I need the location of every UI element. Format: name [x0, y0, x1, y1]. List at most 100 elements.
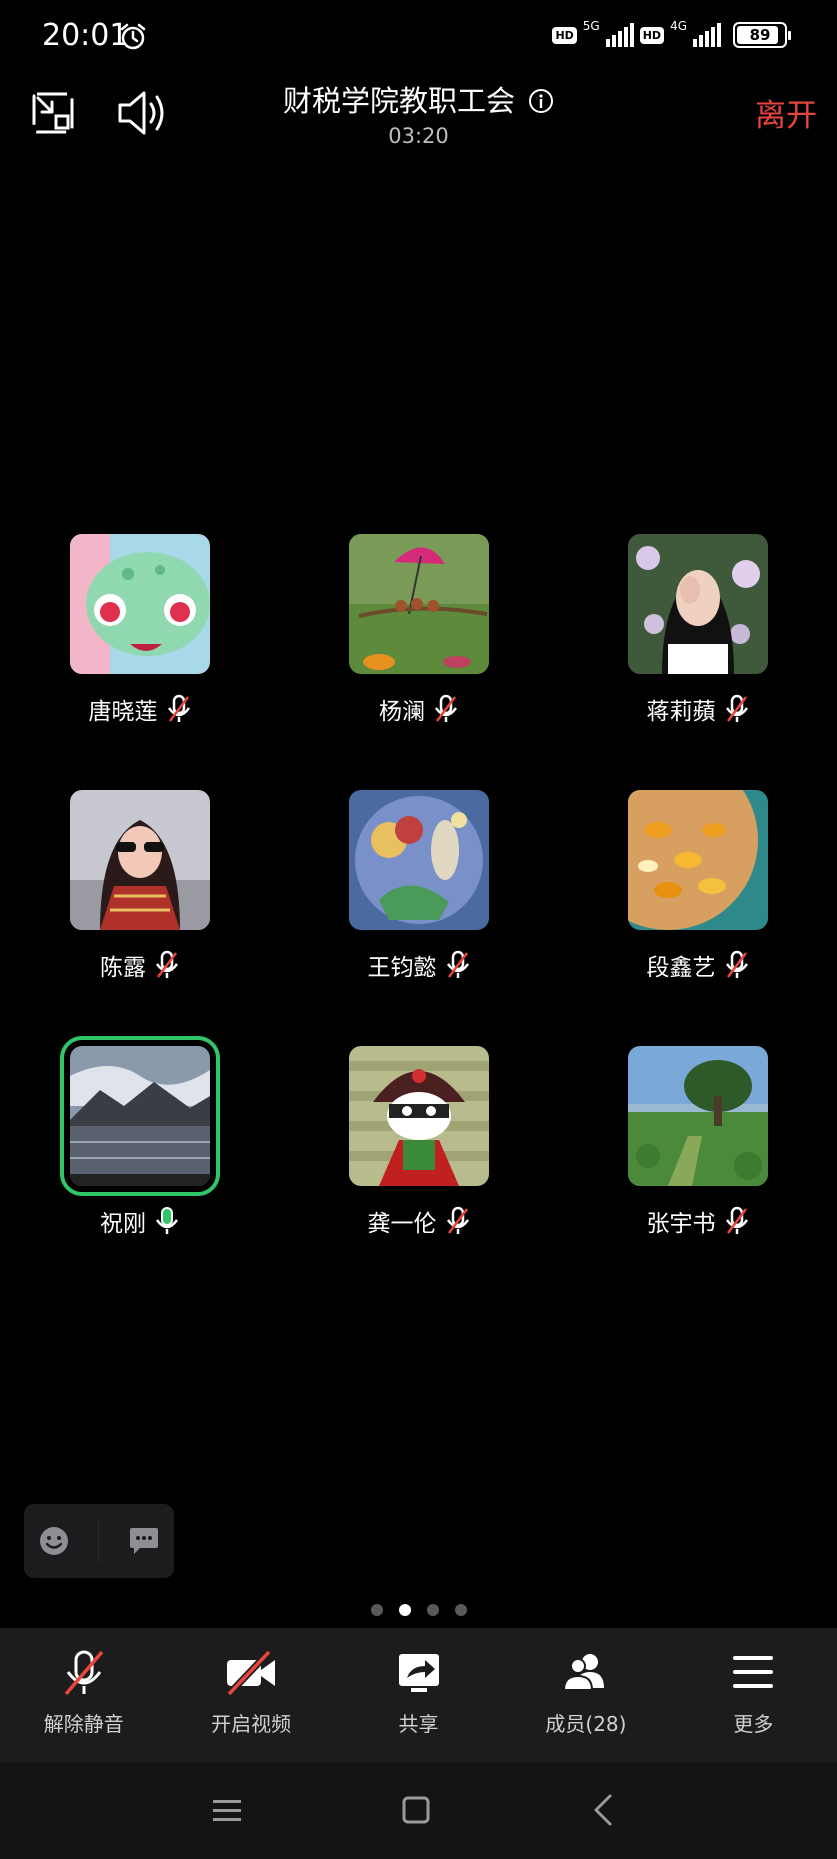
participant-tile[interactable]: 陈露	[40, 790, 240, 982]
info-icon[interactable]	[528, 88, 554, 114]
avatar	[628, 790, 768, 930]
meeting-header: 财税学院教职工会 03:20 离开	[0, 72, 837, 152]
status-indicators: HD 5G HD 4G 89	[552, 19, 791, 48]
avatar-image	[70, 790, 210, 930]
avatar-image	[628, 790, 768, 930]
reaction-bar	[24, 1504, 174, 1578]
emoji-icon[interactable]	[38, 1525, 70, 1557]
alarm-icon	[120, 23, 146, 50]
share-button[interactable]: 共享	[335, 1628, 502, 1762]
mic-muted-icon	[446, 1206, 469, 1234]
leave-button[interactable]: 离开	[755, 90, 817, 135]
page-indicator[interactable]	[0, 1604, 837, 1616]
members-label: 成员(28)	[545, 1712, 627, 1736]
avatar-image	[349, 790, 489, 930]
signal-icon	[605, 23, 634, 47]
chat-icon[interactable]	[128, 1526, 160, 1556]
participant-name-row: 蒋莉蘋	[598, 692, 798, 726]
battery-level: 89	[749, 26, 771, 44]
participant-name-row: 唐晓莲	[40, 692, 240, 726]
mic-muted-icon	[167, 694, 190, 722]
system-nav-bar	[0, 1762, 837, 1859]
share-screen-icon	[398, 1654, 439, 1692]
reaction-separator	[98, 1519, 100, 1563]
avatar	[628, 534, 768, 674]
participant-name-row: 张宇书	[598, 1204, 798, 1238]
avatar-image	[349, 534, 489, 674]
avatar	[349, 1046, 489, 1186]
mic-off-icon	[64, 1650, 104, 1696]
meeting-title-block[interactable]: 财税学院教职工会 03:20	[0, 78, 837, 148]
avatar	[628, 1046, 768, 1186]
participant-name-row: 龚一伦	[319, 1204, 519, 1238]
page-dot[interactable]	[454, 1604, 467, 1616]
avatar-image	[70, 1046, 210, 1186]
meeting-title: 财税学院教职工会	[282, 84, 515, 118]
mic-muted-icon	[434, 694, 458, 722]
unmute-label: 解除静音	[43, 1712, 124, 1736]
back-icon[interactable]	[584, 1790, 624, 1830]
participant-tile[interactable]: 龚一伦	[319, 1046, 519, 1238]
start-video-button[interactable]: 开启视频	[167, 1628, 334, 1762]
participant-tile[interactable]: 蒋莉蘋	[598, 534, 798, 726]
avatar-image	[70, 534, 210, 674]
meeting-timer: 03:20	[388, 124, 449, 148]
participant-tile[interactable]: 唐晓莲	[40, 534, 240, 726]
network-label-4g: 4G	[670, 19, 687, 33]
recent-apps-icon[interactable]	[207, 1790, 247, 1830]
avatar-image	[628, 534, 768, 674]
start-video-label: 开启视频	[211, 1712, 292, 1736]
participant-name: 蒋莉蘋	[646, 699, 716, 725]
participant-name-row: 段鑫艺	[598, 948, 798, 982]
mic-active-icon	[155, 1207, 179, 1234]
participant-name: 陈露	[100, 955, 146, 981]
mic-muted-icon	[155, 950, 179, 978]
avatar	[349, 534, 489, 674]
participant-name-row: 祝刚	[40, 1204, 240, 1238]
avatar	[70, 534, 210, 674]
video-off-icon	[226, 1649, 276, 1697]
participant-name: 段鑫艺	[646, 955, 716, 981]
meeting-toolbar: 解除静音 开启视频 共享 成员(28) 更多	[0, 1628, 837, 1762]
network-label-5g: 5G	[582, 19, 600, 33]
status-time: 20:01	[42, 18, 129, 53]
home-icon[interactable]	[396, 1790, 436, 1830]
avatar-image	[628, 1046, 768, 1186]
participant-name: 王钧懿	[367, 955, 437, 981]
participant-tile[interactable]: 张宇书	[598, 1046, 798, 1238]
more-button[interactable]: 更多	[670, 1628, 837, 1762]
mic-muted-icon	[446, 950, 469, 978]
unmute-button[interactable]: 解除静音	[0, 1628, 167, 1762]
avatar-image	[349, 1046, 489, 1186]
page-dot[interactable]	[398, 1604, 411, 1616]
participant-tile-speaking[interactable]: 祝刚	[40, 1036, 240, 1238]
avatar	[349, 790, 489, 930]
participant-tile[interactable]: 杨澜	[319, 534, 519, 726]
participant-name: 唐晓莲	[88, 699, 158, 725]
members-icon	[562, 1654, 604, 1691]
participant-name-row: 杨澜	[319, 692, 519, 726]
participant-tile[interactable]: 段鑫艺	[598, 790, 798, 982]
participant-name: 张宇书	[646, 1211, 716, 1237]
page-dot[interactable]	[370, 1604, 383, 1616]
status-bar: 20:01 HD 5G HD 4G 89	[0, 0, 837, 72]
signal-icon-2	[693, 23, 721, 47]
participant-name-row: 王钧懿	[319, 948, 519, 982]
mic-muted-icon	[725, 950, 748, 978]
participant-name: 祝刚	[100, 1211, 146, 1237]
mic-muted-icon	[725, 694, 748, 722]
more-label: 更多	[733, 1712, 774, 1736]
members-button[interactable]: 成员(28)	[502, 1628, 669, 1762]
avatar	[60, 1036, 220, 1196]
menu-icon	[733, 1656, 774, 1688]
share-label: 共享	[398, 1712, 439, 1736]
mic-muted-icon	[725, 1206, 748, 1234]
page-dot[interactable]	[426, 1604, 439, 1616]
hd-badge-2: HD	[639, 26, 665, 44]
avatar	[70, 790, 210, 930]
participant-tile[interactable]: 王钧懿	[319, 790, 519, 982]
participant-name: 杨澜	[379, 699, 425, 725]
hd-badge: HD	[552, 26, 577, 44]
participant-name: 龚一伦	[367, 1211, 437, 1237]
participant-name-row: 陈露	[40, 948, 240, 982]
